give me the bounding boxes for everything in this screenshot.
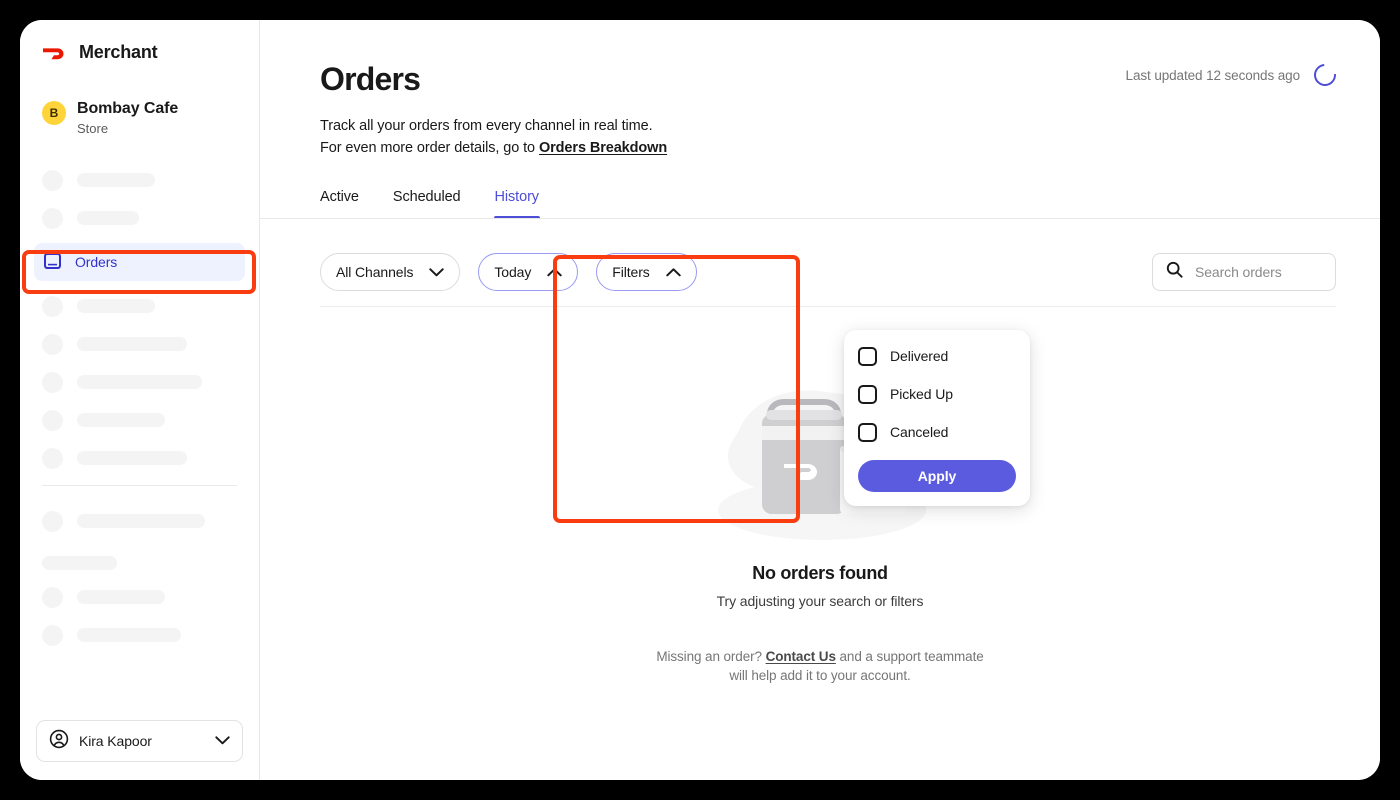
sidebar-item-placeholder[interactable]	[20, 445, 259, 471]
placeholder-icon	[42, 371, 63, 393]
empty-state-subtitle: Try adjusting your search or filters	[716, 593, 924, 609]
doordash-logo-icon	[42, 43, 68, 63]
user-account-menu[interactable]: Kira Kapoor	[36, 720, 243, 762]
sidebar-divider	[42, 485, 237, 486]
channel-filter-label: All Channels	[336, 264, 414, 280]
sidebar-item-placeholder[interactable]	[20, 167, 259, 193]
last-updated: Last updated 12 seconds ago	[1125, 59, 1341, 91]
chevron-up-icon	[665, 264, 681, 280]
tab-active[interactable]: Active	[320, 189, 359, 219]
page-subtitle-prefix: For even more order details, go to	[320, 140, 539, 156]
empty-state-title: No orders found	[752, 563, 888, 583]
sidebar-item-placeholder[interactable]	[20, 205, 259, 231]
search-orders-box[interactable]	[1152, 253, 1336, 291]
store-type: Store	[77, 121, 109, 136]
sidebar-item-orders[interactable]: Orders	[34, 243, 245, 281]
sidebar-nav: Orders	[20, 167, 259, 648]
filter-option-canceled[interactable]: Canceled	[858, 422, 1016, 442]
page-header: Orders Track all your orders from every …	[260, 20, 1380, 159]
checkbox-canceled[interactable]	[858, 422, 877, 442]
placeholder-label	[77, 337, 187, 351]
placeholder-icon	[42, 295, 63, 317]
empty-state: No orders found Try adjusting your searc…	[260, 360, 1380, 685]
filter-option-picked-up[interactable]: Picked Up	[858, 384, 1016, 404]
chevron-down-icon	[429, 264, 445, 280]
placeholder-label	[77, 413, 165, 427]
placeholder-icon	[42, 447, 63, 469]
placeholder-label	[77, 173, 155, 187]
page-subtitle-line1: Track all your orders from every channel…	[320, 118, 653, 134]
sidebar-item-placeholder[interactable]	[20, 622, 259, 648]
filters-button[interactable]: Filters	[596, 253, 697, 291]
page-subtitle: Track all your orders from every channel…	[320, 115, 1336, 159]
sidebar-footer: Kira Kapoor	[20, 706, 259, 780]
filter-option-canceled-label: Canceled	[890, 424, 949, 440]
filters-button-label: Filters	[612, 264, 650, 280]
date-filter-button[interactable]: Today	[478, 253, 579, 291]
placeholder-label	[77, 375, 202, 389]
brand: Merchant	[20, 20, 259, 63]
placeholder-icon	[42, 169, 63, 191]
sidebar: Merchant B Bombay Cafe Store Orders Kira…	[20, 20, 260, 780]
tab-history[interactable]: History	[493, 189, 541, 219]
sidebar-item-placeholder[interactable]	[20, 584, 259, 610]
empty-state-help: Missing an order? Contact Us and a suppo…	[656, 647, 983, 685]
placeholder-icon	[42, 586, 63, 608]
help-prefix: Missing an order?	[656, 649, 766, 664]
sidebar-item-placeholder[interactable]	[20, 293, 259, 319]
sidebar-item-placeholder[interactable]	[20, 331, 259, 357]
channel-filter-button[interactable]: All Channels	[320, 253, 461, 291]
help-suffix: and a support teammate	[835, 649, 984, 664]
search-input[interactable]	[1195, 264, 1322, 280]
orders-breakdown-link[interactable]: Orders Breakdown	[539, 140, 667, 156]
placeholder-icon	[42, 409, 63, 431]
user-name: Kira Kapoor	[79, 733, 152, 749]
placeholder-label	[77, 451, 187, 465]
chevron-down-icon	[215, 732, 230, 750]
tab-scheduled[interactable]: Scheduled	[393, 189, 461, 219]
placeholder-label	[77, 299, 155, 313]
sidebar-section-placeholder	[42, 556, 117, 570]
placeholder-label	[77, 628, 181, 642]
sidebar-item-orders-label: Orders	[75, 254, 118, 270]
placeholder-icon	[42, 333, 63, 355]
placeholder-label	[77, 211, 139, 225]
placeholder-icon	[42, 624, 63, 646]
store-avatar: B	[42, 101, 66, 125]
page-subtitle-line2: For even more order details, go to Order…	[320, 137, 1336, 159]
filter-option-picked-up-label: Picked Up	[890, 386, 953, 402]
main-content: Orders Track all your orders from every …	[260, 20, 1380, 780]
user-circle-icon	[49, 729, 69, 754]
sidebar-item-placeholder[interactable]	[20, 508, 259, 534]
contact-us-link[interactable]: Contact Us	[766, 649, 836, 664]
sidebar-item-placeholder[interactable]	[20, 369, 259, 395]
last-updated-text: Last updated 12 seconds ago	[1125, 67, 1301, 83]
store-switcher[interactable]: B Bombay Cafe Store	[20, 63, 259, 137]
date-filter-label: Today	[494, 264, 532, 280]
app-window: Merchant B Bombay Cafe Store Orders Kira…	[20, 20, 1380, 780]
placeholder-icon	[42, 207, 63, 229]
checkbox-delivered[interactable]	[858, 346, 877, 366]
brand-name: Merchant	[79, 42, 158, 62]
help-line2: will help add it to your account.	[729, 668, 911, 683]
filter-option-delivered[interactable]: Delivered	[858, 346, 1016, 366]
bag-icon	[43, 249, 62, 275]
apply-button[interactable]: Apply	[858, 460, 1016, 492]
loading-spinner-icon	[1309, 59, 1341, 91]
store-name: Bombay Cafe	[77, 100, 179, 117]
filter-bar-divider	[320, 306, 1336, 307]
filters-dropdown: Delivered Picked Up Canceled Apply	[844, 330, 1030, 506]
search-icon	[1166, 261, 1183, 283]
orders-tabs: Active Scheduled History	[260, 189, 1380, 219]
sidebar-item-placeholder[interactable]	[20, 407, 259, 433]
checkbox-picked-up[interactable]	[858, 384, 877, 404]
placeholder-label	[77, 514, 205, 528]
chevron-up-icon	[547, 264, 562, 280]
placeholder-label	[77, 590, 165, 604]
filter-bar: All Channels Today Filters	[260, 219, 1380, 307]
placeholder-icon	[42, 510, 63, 532]
filter-option-delivered-label: Delivered	[890, 348, 949, 364]
